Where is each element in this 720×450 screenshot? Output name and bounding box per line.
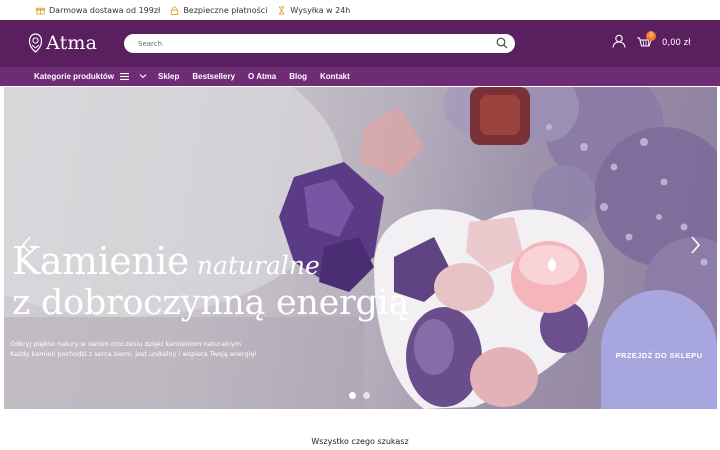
main-header: Atma 0 0,00 zł (0, 20, 720, 67)
hero-description-line1: Odkryj piękno natury w swoim otoczeniu d… (10, 340, 242, 348)
top-info-bar: Darmowa dostawa od 199zł Bezpieczne płat… (0, 0, 720, 20)
hero-title-line2: z dobroczynną energią (12, 283, 410, 323)
categories-label: Kategorie produktów (34, 72, 115, 81)
search-input[interactable] (138, 36, 478, 51)
search-bar (124, 34, 515, 53)
main-nav: Kategorie produktów Sklep Bestsellery O … (0, 67, 720, 86)
info-secure-payments-label: Bezpieczne płatności (183, 5, 268, 15)
hero-title-script: naturalne (196, 251, 320, 280)
nav-links: Sklep Bestsellery O Atma Blog Kontakt (158, 67, 363, 86)
cart-total[interactable]: 0,00 zł (662, 38, 691, 48)
hero-description: Odkryj piękno natury w swoim otoczeniu d… (10, 339, 257, 359)
info-secure-payments: Bezpieczne płatności (170, 6, 267, 15)
cart-count-badge: 0 (646, 31, 656, 41)
logo[interactable]: Atma (28, 32, 97, 54)
lock-icon (171, 5, 179, 15)
chevron-right-icon[interactable] (688, 235, 702, 255)
logo-emblem-icon (28, 33, 43, 53)
section-title: Wszystko czego szukasz (311, 437, 409, 446)
nav-link-bestsellery[interactable]: Bestsellery (192, 72, 235, 81)
info-free-shipping-label: Darmowa dostawa od 199zł (49, 5, 161, 15)
nav-link-sklep[interactable]: Sklep (158, 72, 179, 81)
categories-dropdown[interactable]: Kategorie produktów (28, 67, 151, 86)
search-icon[interactable] (496, 37, 508, 49)
info-free-shipping: Darmowa dostawa od 199zł (36, 6, 160, 15)
slider-dot-2[interactable] (363, 392, 370, 399)
info-shipping-24h: Wysyłka w 24h (277, 6, 350, 15)
go-to-shop-button[interactable]: PRZEJDŹ DO SKLEPU (601, 290, 717, 409)
logo-text: Atma (46, 32, 98, 54)
hero-title-word: Kamienie (12, 239, 189, 283)
slider-dot-1[interactable] (349, 392, 356, 399)
gift-icon (36, 7, 45, 15)
chevron-down-icon (139, 74, 147, 79)
hero-description-line2: Każdy kamień pochodzi z serca ziemi, jes… (10, 350, 258, 358)
chevron-left-icon[interactable] (20, 235, 34, 255)
slider-dots (349, 392, 377, 399)
nav-link-o-atma[interactable]: O Atma (248, 72, 276, 81)
hourglass-icon (279, 5, 285, 15)
hero-title-line1: Kamienie naturalne (12, 239, 320, 283)
info-shipping-24h-label: Wysyłka w 24h (290, 5, 351, 15)
user-account-icon[interactable] (612, 34, 626, 48)
nav-link-kontakt[interactable]: Kontakt (320, 72, 350, 81)
hamburger-icon (120, 73, 130, 80)
nav-link-blog[interactable]: Blog (289, 72, 307, 81)
hero-slider: Kamienie naturalne z dobroczynną energią … (4, 87, 717, 409)
go-to-shop-label: PRZEJDŹ DO SKLEPU (615, 350, 703, 360)
